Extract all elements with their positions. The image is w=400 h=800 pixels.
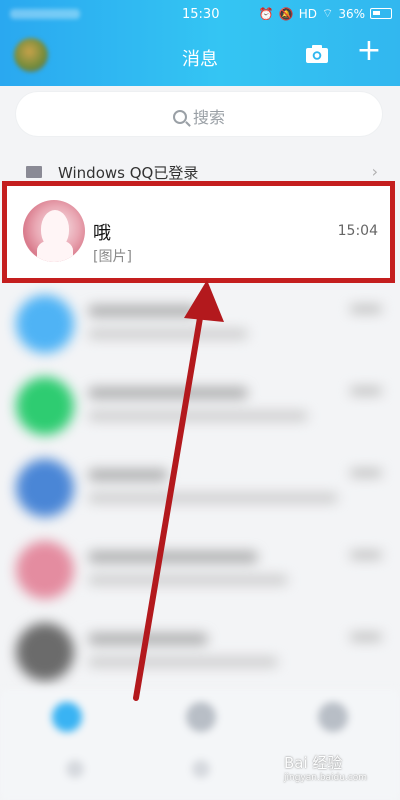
search-input[interactable]: 搜索 bbox=[16, 92, 382, 136]
status-icons: ⏰ 🔕 HD ⌔ 36% bbox=[259, 6, 392, 21]
battery-icon bbox=[370, 8, 392, 19]
search-placeholder: 搜索 bbox=[192, 108, 225, 127]
list-item[interactable] bbox=[0, 283, 400, 363]
page-title: 消息 bbox=[182, 49, 218, 70]
header-bar: 15:30 ⏰ 🔕 HD ⌔ 36% 消息 + bbox=[0, 0, 400, 86]
login-notice-row[interactable]: Windows QQ已登录 › bbox=[0, 150, 400, 182]
blurred-chat-list bbox=[0, 283, 400, 683]
contacts-tab-icon[interactable] bbox=[186, 702, 216, 732]
list-item[interactable] bbox=[0, 365, 400, 445]
bottom-nav bbox=[0, 690, 400, 800]
wifi-icon: ⌔ bbox=[322, 6, 334, 20]
watermark: Bai 经验 jingyan.baidu.com bbox=[284, 752, 367, 783]
plus-icon[interactable]: + bbox=[356, 36, 382, 66]
mute-icon: 🔕 bbox=[278, 6, 294, 21]
battery-percent: 36% bbox=[338, 6, 365, 21]
hd-label: HD bbox=[298, 6, 318, 21]
chevron-right-icon: › bbox=[371, 162, 378, 181]
nav-back-icon[interactable] bbox=[66, 760, 84, 778]
nav-home-icon[interactable] bbox=[192, 760, 210, 778]
watermark-sub: jingyan.baidu.com bbox=[284, 773, 368, 783]
list-item[interactable] bbox=[0, 447, 400, 527]
alarm-icon: ⏰ bbox=[258, 6, 274, 21]
status-time: 15:30 bbox=[182, 7, 220, 22]
discover-tab-icon[interactable] bbox=[318, 702, 348, 732]
status-bar: 15:30 ⏰ 🔕 HD ⌔ 36% bbox=[0, 0, 400, 30]
carrier-info bbox=[10, 9, 80, 19]
chat-preview: [图片] bbox=[93, 249, 132, 265]
chat-name: 哦 bbox=[93, 223, 111, 244]
computer-icon bbox=[26, 166, 42, 178]
list-item[interactable] bbox=[0, 529, 400, 609]
message-tab-icon[interactable] bbox=[52, 702, 82, 732]
list-item[interactable] bbox=[0, 611, 400, 691]
login-notice-text: Windows QQ已登录 bbox=[58, 164, 199, 182]
watermark-text: Bai 经验 bbox=[284, 754, 343, 772]
camera-icon[interactable] bbox=[305, 44, 329, 64]
search-icon bbox=[172, 110, 187, 124]
avatar bbox=[23, 200, 85, 262]
chat-time: 15:04 bbox=[337, 223, 378, 239]
chat-item-highlighted[interactable]: 哦 [图片] 15:04 bbox=[2, 181, 395, 283]
